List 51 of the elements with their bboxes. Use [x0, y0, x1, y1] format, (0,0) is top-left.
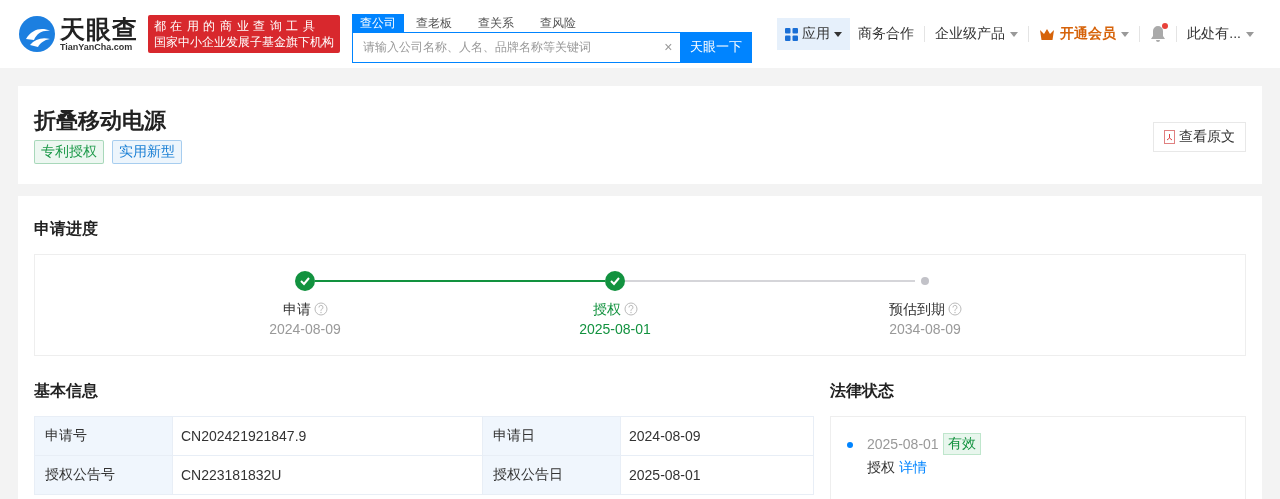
crown-icon — [1039, 27, 1056, 41]
step-date: 2024-08-09 — [269, 320, 341, 339]
membership-link[interactable]: 开通会员 — [1031, 25, 1138, 43]
search-tab[interactable]: 查老板 — [408, 13, 461, 32]
tag: 专利授权 — [34, 140, 104, 164]
nav-dropdown[interactable]: 企业级产品 — [927, 25, 1027, 43]
patent-title: 折叠移动电源 — [34, 107, 167, 135]
caret-icon — [834, 31, 843, 37]
help-icon — [947, 302, 962, 316]
caret-icon — [1121, 31, 1130, 37]
caret-icon — [1010, 31, 1019, 37]
step-label: 预估到期 — [888, 299, 962, 319]
field-value: CN223181832U — [172, 455, 483, 495]
step-date: 2034-08-09 — [889, 320, 961, 339]
caret-icon — [1246, 31, 1254, 37]
status-date: 2025-08-01 — [867, 436, 939, 452]
logo-domain: TianYanCha.com — [60, 42, 134, 52]
search-tab[interactable]: 查风险 — [532, 13, 585, 32]
field-label: 授权公告日 — [482, 455, 621, 495]
section-title: 法律状态 — [830, 381, 895, 401]
bell-icon — [1150, 25, 1167, 43]
field-label: 申请日 — [482, 416, 621, 456]
search-tab[interactable]: 查公司 — [352, 13, 405, 32]
tag: 实用新型 — [112, 140, 182, 164]
help-icon — [313, 302, 328, 316]
grid-icon — [785, 27, 799, 41]
slogan-banner: 都在用的商业查询工具 国家中小企业发展子基金旗下机构 — [147, 15, 341, 53]
step-date: 2025-08-01 — [579, 320, 651, 339]
search-tab[interactable]: 查关系 — [470, 13, 523, 32]
view-original-button[interactable]: 查看原文 — [1153, 122, 1246, 152]
nav-dropdown[interactable]: 此处有... — [1179, 25, 1262, 43]
details-link[interactable]: 详情 — [899, 459, 927, 477]
status-tag: 有效 — [942, 433, 981, 455]
field-label: 申请号 — [34, 416, 173, 456]
timeline-dot — [847, 442, 853, 448]
help-icon — [623, 302, 638, 316]
apps-menu-button[interactable]: 应用 — [777, 18, 851, 50]
step-label: 申请 — [282, 299, 328, 319]
field-value: 2024-08-09 — [620, 416, 814, 456]
pdf-icon — [1164, 130, 1175, 144]
field-value: 2025-08-01 — [620, 455, 814, 495]
step-label: 授权 — [592, 299, 638, 319]
search-button[interactable]: 天眼一下 — [680, 31, 753, 63]
logo-name: 天眼查 — [60, 16, 138, 42]
field-label: 授权公告号 — [34, 455, 173, 495]
nav-link[interactable]: 商务合作 — [850, 25, 923, 43]
status-event: 授权 — [867, 459, 895, 477]
field-value: CN202421921847.9 — [172, 416, 483, 456]
section-title: 申请进度 — [34, 219, 99, 239]
logo-icon — [18, 15, 56, 53]
section-title: 基本信息 — [34, 381, 99, 401]
